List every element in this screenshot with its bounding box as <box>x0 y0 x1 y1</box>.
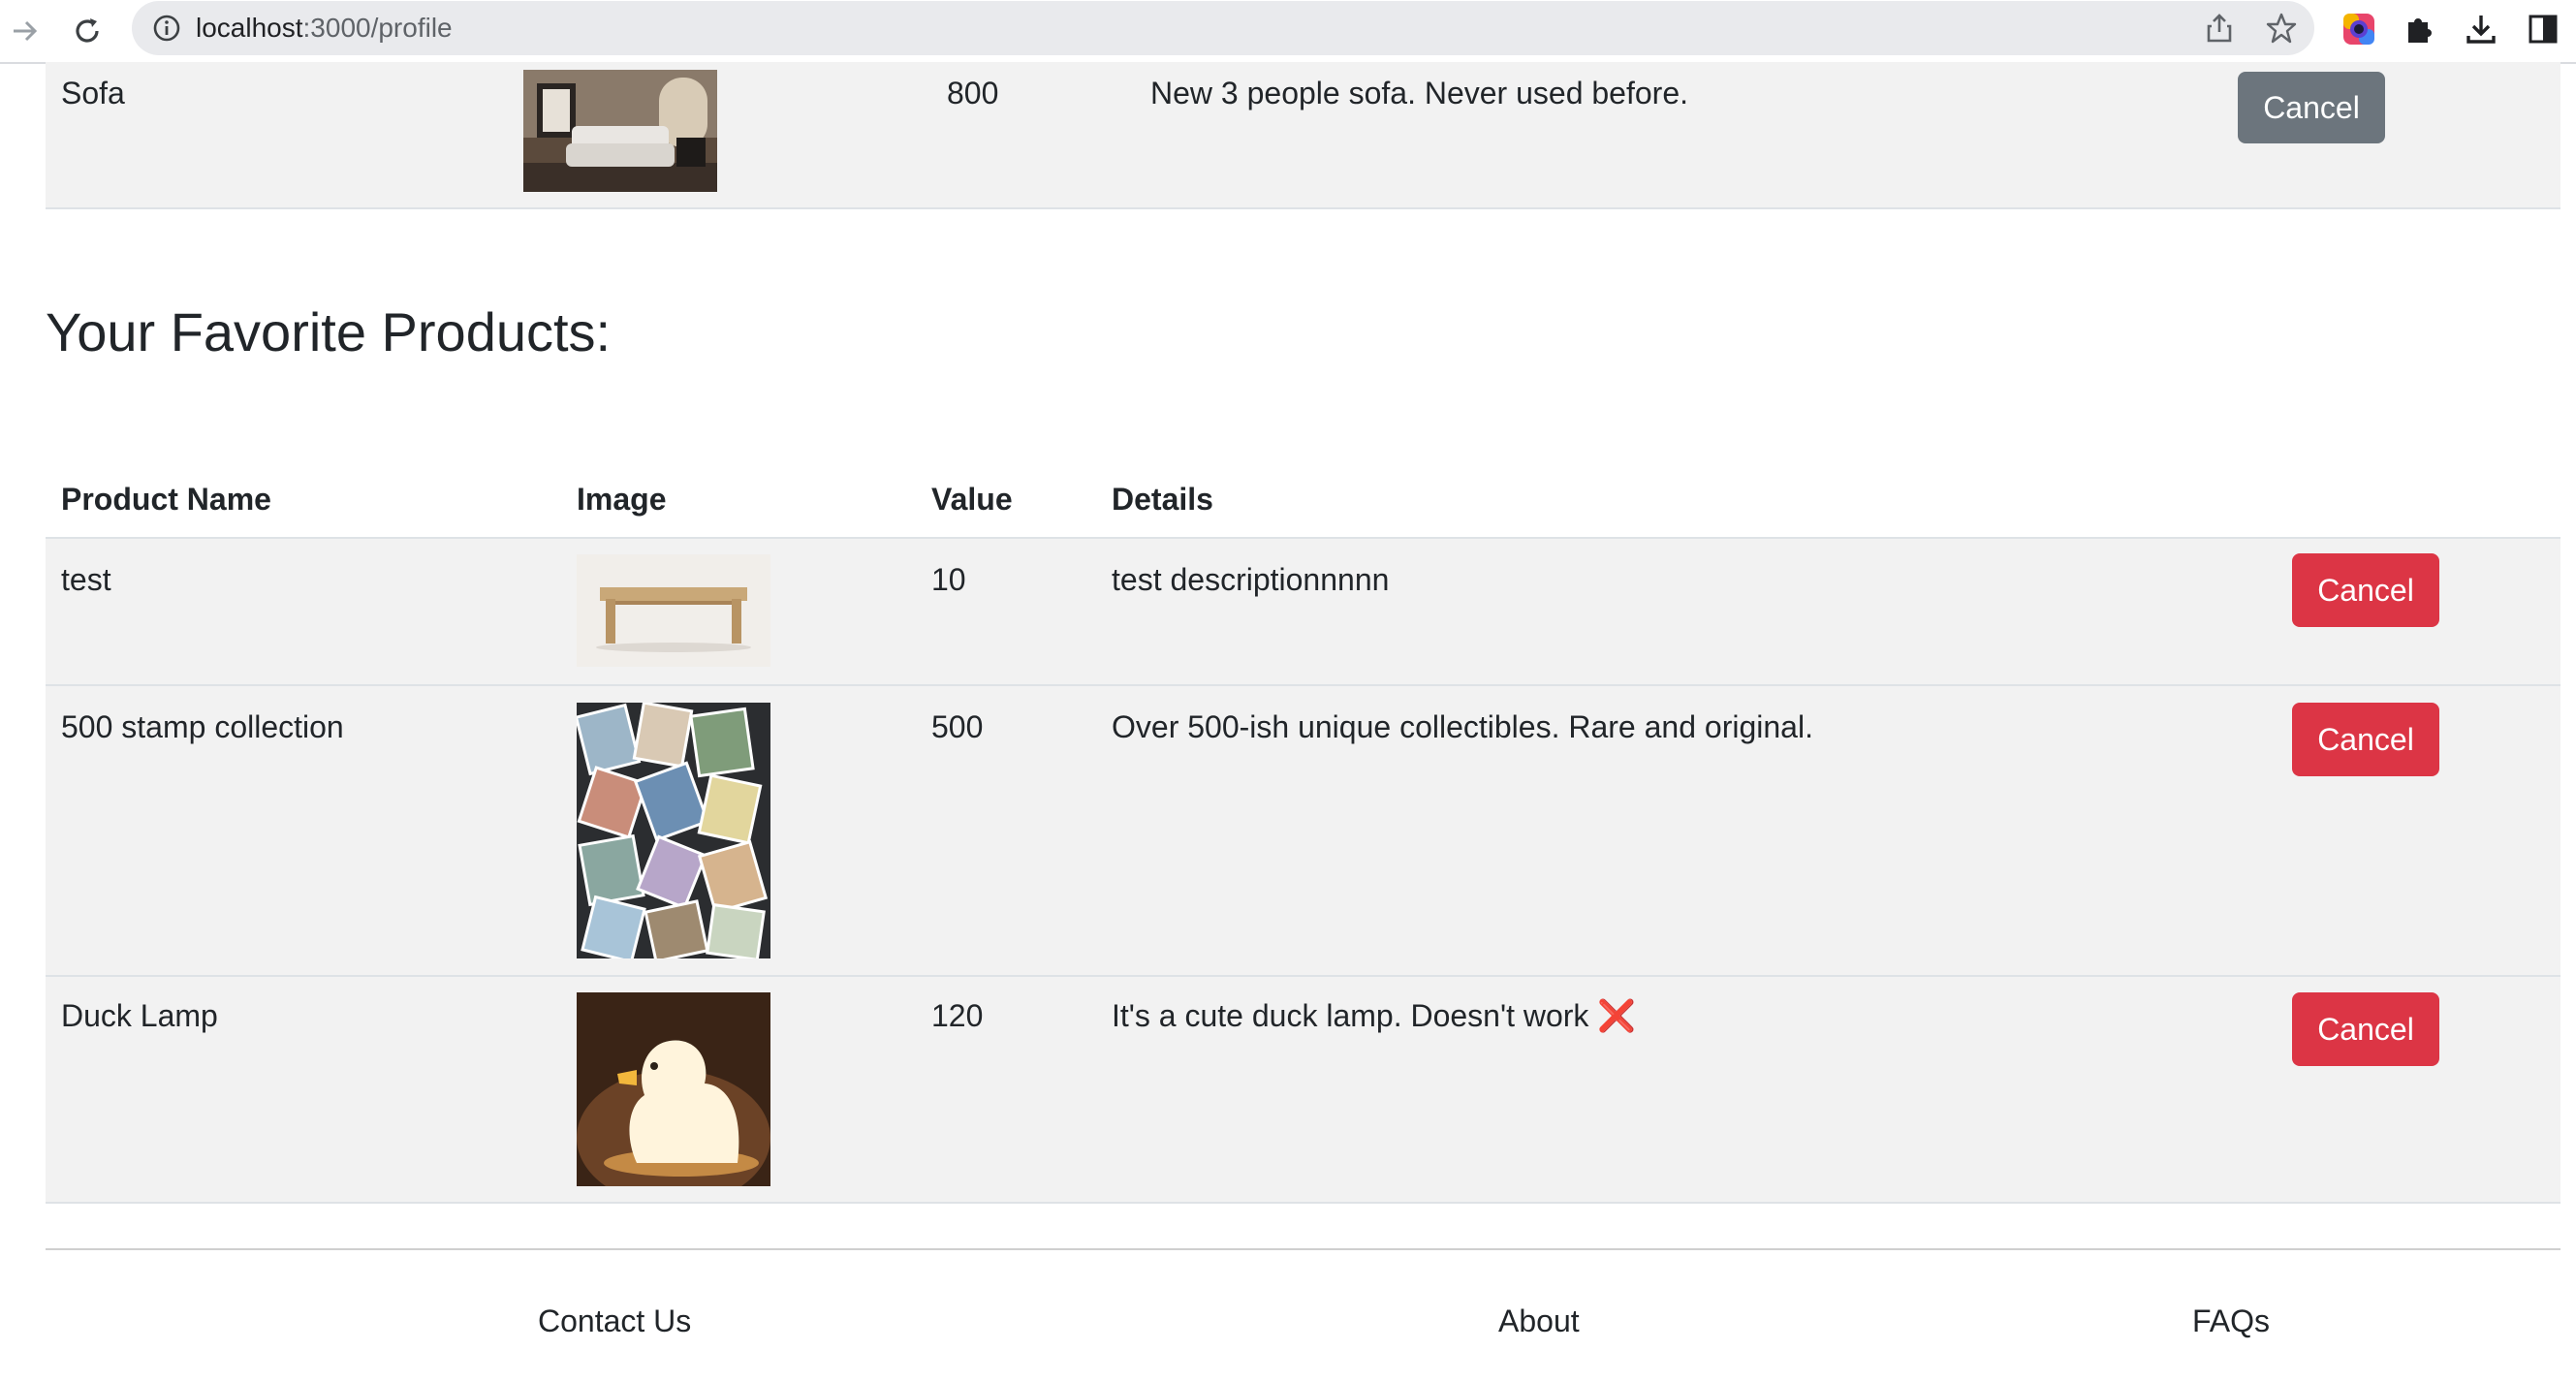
url-text: localhost:3000/profile <box>196 12 453 45</box>
table-row: test 10 test descriptionnnnn Cancel <box>46 539 2560 686</box>
cancel-favorite-button[interactable]: Cancel <box>2292 703 2439 776</box>
product-value: 800 <box>947 76 999 110</box>
url-host: localhost <box>196 13 303 43</box>
product-details: It's a cute duck lamp. Doesn't work ❌ <box>1112 997 1636 1034</box>
browser-toolbar: localhost:3000/profile <box>0 0 2576 64</box>
url-path: :3000/profile <box>302 13 453 43</box>
reload-icon[interactable] <box>66 10 109 52</box>
column-header-value: Value <box>931 482 1013 517</box>
product-name: test <box>61 562 111 597</box>
product-name: Duck Lamp <box>61 998 218 1033</box>
address-bar[interactable]: localhost:3000/profile <box>132 1 2314 55</box>
extensions-puzzle-icon[interactable] <box>2400 10 2438 48</box>
sofa-image <box>523 70 717 192</box>
download-icon[interactable] <box>2462 10 2500 48</box>
product-value: 10 <box>931 562 966 597</box>
listing-row-sofa: Sofa 800 New 3 people sofa. Never used b… <box>46 62 2560 209</box>
cancel-favorite-button[interactable]: Cancel <box>2292 992 2439 1066</box>
cancel-favorite-button[interactable]: Cancel <box>2292 553 2439 627</box>
share-icon[interactable] <box>2202 11 2237 46</box>
cross-mark-icon: ❌ <box>1597 998 1637 1033</box>
footer-divider <box>46 1248 2560 1250</box>
product-name: 500 stamp collection <box>61 709 344 744</box>
extension-color-icon[interactable] <box>2340 10 2378 48</box>
table-row: 500 stamp collection 500 Over 500-ish un… <box>46 686 2560 977</box>
favorites-table-header: Product Name Image Value Details <box>46 473 2560 540</box>
site-info-icon[interactable] <box>151 13 182 44</box>
duck-lamp-image <box>577 992 770 1186</box>
product-details: New 3 people sofa. Never used before. <box>1150 76 1688 110</box>
side-panel-icon[interactable] <box>2524 10 2562 48</box>
column-header-image: Image <box>577 482 667 517</box>
product-details: Over 500-ish unique collectibles. Rare a… <box>1112 709 1813 744</box>
column-header-details: Details <box>1112 482 1213 517</box>
details-text: It's a cute duck lamp. Doesn't work <box>1112 998 1589 1033</box>
column-header-product-name: Product Name <box>61 482 271 517</box>
footer-link-about[interactable]: About <box>1498 1303 1580 1339</box>
cancel-listing-button[interactable]: Cancel <box>2238 72 2385 143</box>
bookmark-star-icon[interactable] <box>2264 11 2299 46</box>
product-name: Sofa <box>61 76 125 110</box>
product-value: 120 <box>931 998 984 1033</box>
table-image <box>577 554 770 667</box>
product-value: 500 <box>931 709 984 744</box>
favorites-title: Your Favorite Products: <box>46 301 612 362</box>
forward-icon[interactable] <box>4 10 47 52</box>
footer-link-faqs[interactable]: FAQs <box>2192 1303 2270 1339</box>
footer-link-contact-us[interactable]: Contact Us <box>538 1303 691 1339</box>
stamp-collection-image <box>577 703 770 958</box>
table-row: Duck Lamp 120 It's a cute duck lamp. Doe… <box>46 977 2560 1204</box>
product-details: test descriptionnnnn <box>1112 562 1390 597</box>
